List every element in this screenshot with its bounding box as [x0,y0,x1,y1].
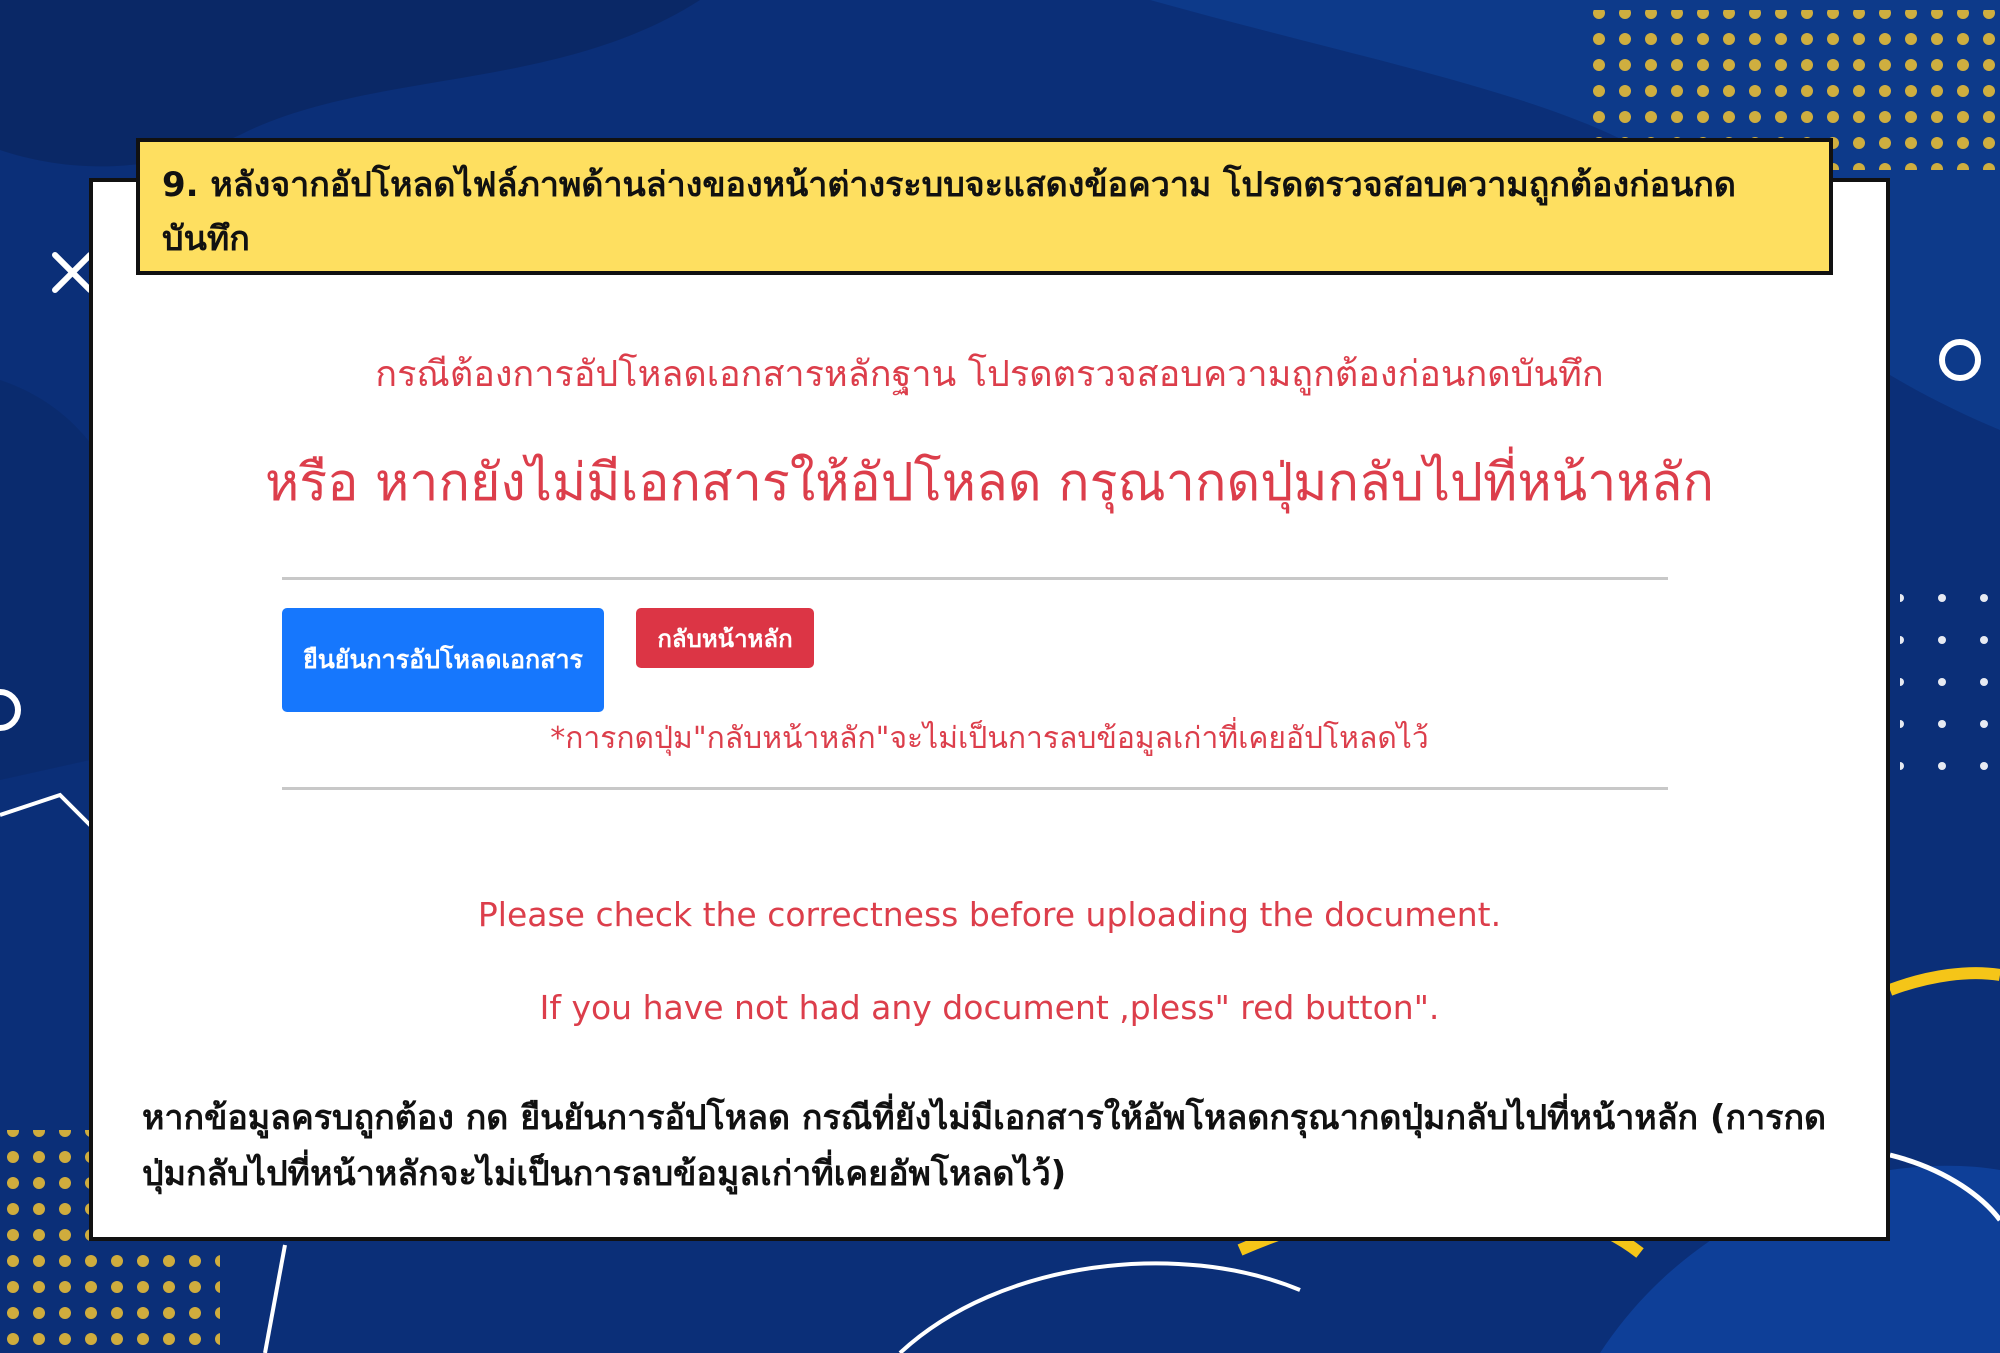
top-divider [282,577,1668,580]
dialog-headline: หรือ หากยังไม่มีเอกสารให้อัปโหลด กรุณากด… [265,453,1714,513]
instruction-banner: 9. หลังจากอัปโหลดไฟล์ภาพด้านล่างของหน้าต… [136,138,1833,275]
back-to-home-button[interactable]: กลับหน้าหลัก [636,608,814,668]
english-instruction-line-2: If you have not had any document ,pless"… [539,988,1440,1027]
bottom-divider [282,787,1668,790]
back-button-note: *การกดปุ่ม"กลับหน้าหลัก"จะไม่เป็นการลบข้… [550,721,1429,756]
footer-caption: หากข้อมูลครบถูกต้อง กด ยืนยันการอัปโหลด … [142,1098,1827,1194]
english-instruction-line-1: Please check the correctness before uplo… [477,895,1502,934]
confirm-upload-button[interactable]: ยืนยันการอัปโหลดเอกสาร [282,608,604,712]
dialog-subtitle: กรณีต้องการอัปโหลดเอกสารหลักฐาน โปรดตรวจ… [375,354,1604,395]
